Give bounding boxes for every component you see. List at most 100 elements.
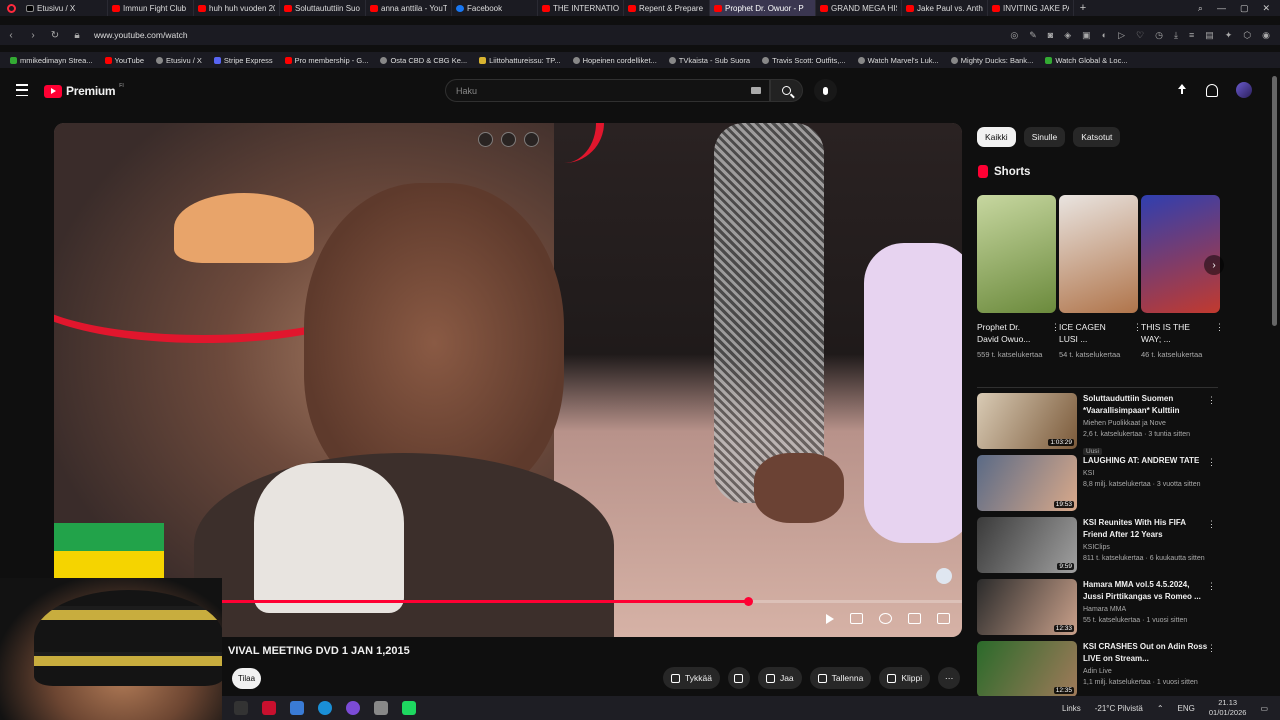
share-button[interactable]: Jaa [757,667,802,689]
recommendation-item[interactable]: 1:03:29 Soluttauduttiin Suomen *Vaarallis… [977,393,1222,455]
copy-icon[interactable] [478,132,493,147]
wallet-icon[interactable]: ▤ [1205,30,1214,41]
notifications-icon[interactable]: ▭ [1260,704,1268,713]
page-scrollbar[interactable] [1272,76,1277,326]
notifications-bell-icon[interactable] [1206,83,1218,97]
dislike-button[interactable] [727,667,750,689]
download-icon[interactable]: ⤓ [1174,30,1178,41]
save-button[interactable]: Tallenna [809,667,872,689]
bookmark-item[interactable]: Travis Scott: Outfits,... [762,56,846,65]
more-actions-button[interactable]: ⋯ [938,667,961,689]
recommendation-title[interactable]: KSI CRASHES Out on Adin Ross LIVE on Str… [1083,641,1208,665]
filter-chip[interactable]: Kaikki [977,127,1016,147]
maximize-button[interactable]: ▢ [1240,3,1249,14]
miniplayer-icon[interactable] [908,613,921,624]
weather-widget[interactable]: -21°C Pilvistä [1095,704,1143,713]
recommendation-more-icon[interactable]: ⋮ [1207,457,1216,468]
bookmark-item[interactable]: Pro membership - G... [284,56,368,65]
clock[interactable]: 21.13 01/01/2026 [1209,698,1247,718]
bookmark-item[interactable]: Osta CBD & CBG Ke... [380,56,467,65]
browser-tab[interactable]: Facebook [452,0,538,16]
short-thumbnail[interactable] [977,195,1056,313]
autoplay-toggle-icon[interactable] [826,613,834,624]
filter-chip[interactable]: Katsotut [1073,127,1121,147]
browser-tab[interactable]: Etusivu / X [22,0,108,16]
menu-lines-icon[interactable]: ≡ [1189,30,1194,41]
browser-tab[interactable]: Jake Paul vs. Antho [902,0,988,16]
recommendation-title[interactable]: Hamara MMA vol.5 4.5.2024, Jussi Pirttik… [1083,579,1208,603]
bookmark-item[interactable]: Watch Marvel's Luk... [857,56,939,65]
aria-icon[interactable]: ◉ [1262,30,1270,41]
shield-icon[interactable]: ◈ [1064,30,1071,41]
video-player[interactable] [54,123,962,637]
short-card[interactable]: THIS IS THE WAY; ... ⋮ 46 t. katselukertaa [1141,195,1220,360]
recommendation-more-icon[interactable]: ⋮ [1207,519,1216,530]
spotify-taskbar-icon[interactable] [402,701,416,715]
fullscreen-icon[interactable] [937,613,950,624]
recommendation-title[interactable]: LAUGHING AT: ANDREW TATE [1083,455,1208,467]
app-taskbar-icon[interactable] [374,701,388,715]
search-button[interactable] [770,79,803,102]
search-input[interactable] [446,80,769,101]
hamburger-menu-icon[interactable] [16,84,28,96]
browser-tab[interactable]: Immun Fight Club [108,0,194,16]
ai-icon[interactable]: ✦ [1225,30,1233,41]
bookmark-item[interactable]: Watch Global & Loc... [1045,56,1128,65]
recommendation-channel[interactable]: Hamara MMA [1083,604,1208,615]
youtube-premium-logo[interactable]: Premium FI [44,83,124,98]
edit-icon[interactable]: ✎ [1029,30,1037,41]
links-toolbar[interactable]: Links [1062,704,1081,713]
short-more-icon[interactable]: ⋮ [1133,321,1138,333]
short-more-icon[interactable]: ⋮ [1215,321,1220,333]
camera-icon[interactable]: ◙ [1048,30,1053,41]
sparkle-icon[interactable] [501,132,516,147]
scrubber-handle[interactable] [743,597,753,606]
task-view-icon[interactable] [234,701,248,715]
camera-overlay-icon[interactable] [524,132,539,147]
opera-logo-icon[interactable] [0,0,22,16]
cube-alt-icon[interactable]: ⬡ [1243,30,1251,41]
recommendation-channel[interactable]: KSI [1083,468,1208,479]
subscribe-button[interactable]: Tilaa [232,668,262,689]
recommendation-item[interactable]: 9:59 KSI Reunites With His FIFA Friend Af… [977,517,1222,579]
like-button[interactable]: Tykkää [663,667,720,689]
account-avatar[interactable] [1236,82,1252,98]
create-upload-icon[interactable] [1176,83,1188,97]
bookmark-item[interactable]: Stripe Express [213,56,273,65]
heart-icon[interactable]: ♡ [1136,30,1144,41]
bookmark-item[interactable]: TVkaista - Sub Suora [668,56,750,65]
browser-tab[interactable]: GRAND MEGA HIST [816,0,902,16]
short-thumbnail[interactable] [1059,195,1138,313]
recommendation-channel[interactable]: Adin Live [1083,666,1208,677]
bookmark-item[interactable]: Etusivu / X [156,56,202,65]
browser-tab[interactable]: THE INTERNATIONA [538,0,624,16]
browser-tab[interactable]: Prophet Dr. Owuor - P [710,0,816,16]
shorts-next-arrow-icon[interactable]: › [1204,255,1224,275]
short-thumbnail[interactable] [1141,195,1220,313]
recommendation-thumbnail[interactable]: 19:53 [977,455,1077,511]
keyboard-icon[interactable] [751,87,761,94]
reload-button[interactable]: ↻ [44,30,66,41]
edge-taskbar-icon[interactable] [318,701,332,715]
recommendation-more-icon[interactable]: ⋮ [1207,581,1216,592]
bookmark-item[interactable]: YouTube [104,56,144,65]
recommendation-channel[interactable]: Miehen Puolikkaat ja Nove [1083,418,1208,429]
bookmark-item[interactable]: Liittohattureissu: TP... [479,56,561,65]
recommendation-thumbnail[interactable]: 9:59 [977,517,1077,573]
opera-taskbar-icon[interactable] [262,701,276,715]
short-card[interactable]: ICE CAGEN LUSI ... ⋮ 54 t. katselukertaa [1059,195,1138,360]
recommendation-item[interactable]: 12:35 KSI CRASHES Out on Adin Ross LIVE o… [977,641,1222,703]
search-tabs-icon[interactable]: ⌕ [1198,3,1203,14]
back-button[interactable]: ‹ [0,30,22,41]
recommendation-channel[interactable]: KSIClips [1083,542,1208,553]
bookmark-item[interactable]: Hopeinen cordelliket... [572,56,657,65]
new-tab-button[interactable]: + [1074,2,1092,14]
short-more-icon[interactable]: ⋮ [1051,321,1056,333]
play-icon[interactable]: ▷ [1118,30,1125,41]
bookmark-item[interactable]: mmikedimayn Strea... [10,56,93,65]
filter-chip[interactable]: Sinulle [1023,127,1066,147]
extension-icon[interactable]: ◐ [1102,30,1107,41]
settings-gear-icon[interactable] [879,613,892,624]
recommendation-more-icon[interactable]: ⋮ [1207,643,1216,654]
browser-tab[interactable]: Repent & Prepare T [624,0,710,16]
